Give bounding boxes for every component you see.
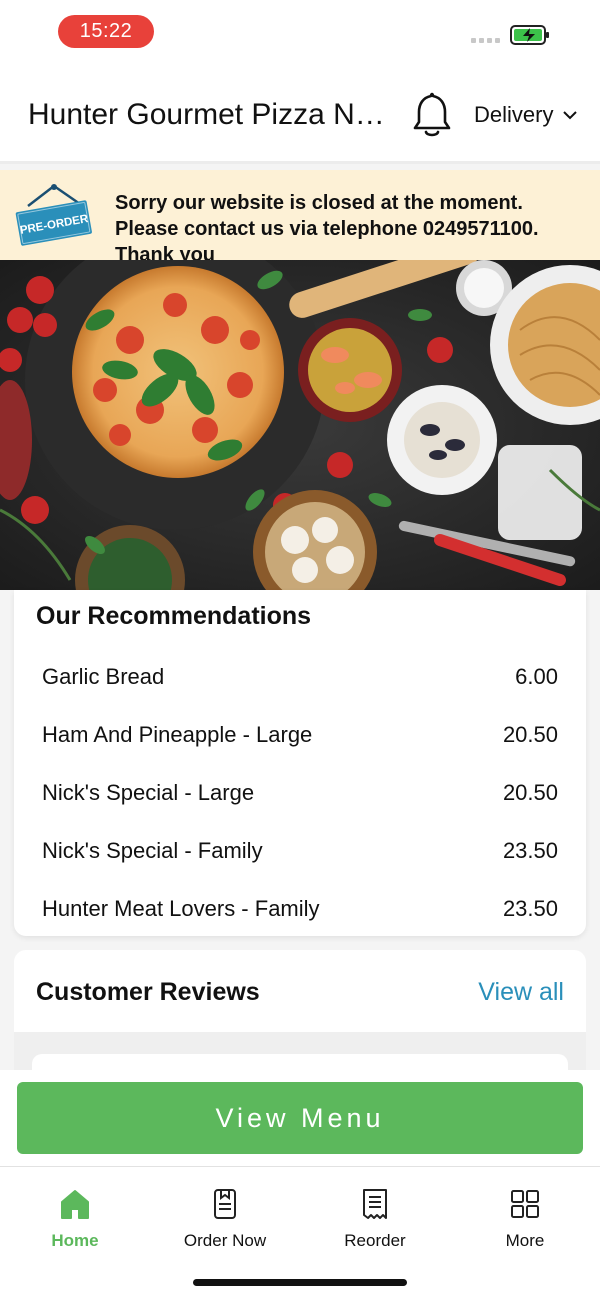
store-closed-banner: PRE-ORDER Sorry our website is closed at… — [0, 170, 600, 266]
cta-container: View Menu — [0, 1070, 600, 1166]
item-price: 23.50 — [502, 896, 558, 921]
item-price: 20.50 — [502, 722, 558, 747]
item-price: 6.00 — [515, 664, 558, 689]
nav-item-more[interactable]: More — [465, 1187, 585, 1251]
item-name: Ham And Pineapple - Large — [42, 722, 313, 747]
view-all-reviews-link[interactable]: View all — [478, 978, 564, 1007]
store-name: Hunter Gourmet Pizza Newcastle — [28, 98, 398, 131]
order-mode-dropdown[interactable]: Delivery — [474, 102, 578, 128]
item-name: Nick's Special - Family — [42, 838, 263, 863]
chevron-down-icon — [563, 111, 578, 120]
reorder-icon — [363, 1189, 387, 1219]
item-price: 23.50 — [502, 838, 558, 863]
recommendation-item[interactable]: Nick's Special - Family 23.50 — [42, 822, 558, 880]
app-header: Hunter Gourmet Pizza Newcastle Delivery — [0, 64, 600, 164]
recommendations-card: Our Recommendations Garlic Bread 6.00 Ha… — [14, 590, 586, 936]
view-menu-button[interactable]: View Menu — [17, 1082, 583, 1154]
item-name: Garlic Bread — [42, 664, 165, 689]
closed-message: Sorry our website is closed at the momen… — [115, 192, 539, 266]
home-icon — [61, 1190, 89, 1219]
recommendations-title: Our Recommendations — [36, 602, 312, 630]
battery-charging-icon — [510, 25, 549, 45]
nav-label: Home — [51, 1231, 99, 1250]
reviews-title: Customer Reviews — [36, 978, 260, 1006]
home-indicator[interactable] — [193, 1279, 407, 1286]
customer-reviews-card: Customer Reviews View all — [14, 950, 586, 1032]
order-mode-label: Delivery — [474, 102, 554, 127]
recommendations-list: Garlic Bread 6.00 Ham And Pineapple - La… — [42, 648, 558, 938]
bell-icon[interactable] — [412, 91, 452, 139]
item-name: Nick's Special - Large — [42, 780, 255, 805]
pre-order-sign-icon: PRE-ORDER — [15, 184, 92, 246]
status-time: 15:22 — [58, 15, 154, 48]
recommendation-item[interactable]: Hunter Meat Lovers - Family 23.50 — [42, 880, 558, 938]
item-price: 20.50 — [502, 780, 558, 805]
recommendation-item[interactable]: Nick's Special - Large 20.50 — [42, 764, 558, 822]
status-bar: 15:22 — [0, 0, 600, 64]
nav-item-order-now[interactable]: Order Now — [165, 1187, 285, 1251]
nav-label: More — [505, 1231, 545, 1250]
nav-label: Order Now — [183, 1231, 267, 1250]
order-now-icon — [214, 1189, 236, 1219]
recommendation-item[interactable]: Ham And Pineapple - Large 20.50 — [42, 706, 558, 764]
more-icon — [511, 1190, 539, 1218]
nav-item-reorder[interactable]: Reorder — [315, 1187, 435, 1251]
signal-icon — [471, 38, 500, 43]
recommendation-item[interactable]: Garlic Bread 6.00 — [42, 648, 558, 706]
hero-food-image — [0, 260, 600, 590]
nav-label: Reorder — [344, 1231, 406, 1250]
nav-item-home[interactable]: Home — [15, 1187, 135, 1251]
item-name: Hunter Meat Lovers - Family — [42, 896, 320, 921]
